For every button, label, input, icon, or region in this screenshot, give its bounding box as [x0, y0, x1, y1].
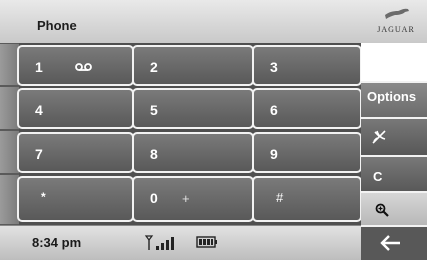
- key-7[interactable]: 7: [17, 132, 134, 173]
- key-0[interactable]: 0 +: [132, 176, 254, 222]
- mute-button[interactable]: [361, 117, 427, 155]
- key-2[interactable]: 2: [132, 45, 254, 86]
- jaguar-leaper-icon: [385, 8, 409, 19]
- signal-strength-icon: [144, 235, 174, 250]
- key-5[interactable]: 5: [132, 88, 254, 129]
- jaguar-logo: JAGUAR: [372, 6, 420, 40]
- key-9[interactable]: 9: [252, 132, 362, 173]
- status-bar: 8:34 pm: [0, 225, 361, 260]
- key-label: *: [41, 190, 46, 204]
- key-label: 6: [270, 102, 278, 118]
- options-label: Options: [367, 89, 417, 104]
- key-label: 7: [35, 146, 43, 162]
- jaguar-wordmark: JAGUAR: [377, 25, 415, 34]
- key-hash[interactable]: #: [252, 176, 362, 222]
- key-label: 4: [35, 102, 43, 118]
- key-3[interactable]: 3: [252, 45, 362, 86]
- key-4[interactable]: 4: [17, 88, 134, 129]
- key-1[interactable]: 1: [17, 45, 134, 86]
- microphone-mute-icon: [372, 130, 386, 144]
- key-8[interactable]: 8: [132, 132, 254, 173]
- phone-screen: Phone JAGUAR 1 2 3 4 5 6 7 8 9 * 0 + # O…: [0, 0, 427, 260]
- key-label: 1: [35, 59, 43, 75]
- search-button[interactable]: [361, 191, 427, 225]
- key-label: 8: [150, 146, 158, 162]
- key-label: 9: [270, 146, 278, 162]
- key-label: 2: [150, 59, 158, 75]
- battery-icon: [196, 236, 217, 248]
- clock-time: 8:34 pm: [32, 235, 82, 250]
- voicemail-icon: [75, 63, 92, 71]
- page-title: Phone: [37, 18, 77, 33]
- back-button[interactable]: [361, 225, 427, 260]
- header-bar: Phone JAGUAR: [0, 0, 427, 43]
- clear-button[interactable]: C: [361, 155, 427, 193]
- key-label: #: [276, 190, 284, 205]
- back-arrow-icon: [380, 235, 400, 251]
- key-label: 3: [270, 59, 278, 75]
- key-label: 5: [150, 102, 158, 118]
- clear-label: C: [373, 169, 383, 184]
- key-label: 0: [150, 190, 158, 206]
- key-plus-label: +: [182, 191, 190, 206]
- key-star[interactable]: *: [17, 176, 134, 222]
- magnifier-icon: [375, 203, 389, 217]
- key-6[interactable]: 6: [252, 88, 362, 129]
